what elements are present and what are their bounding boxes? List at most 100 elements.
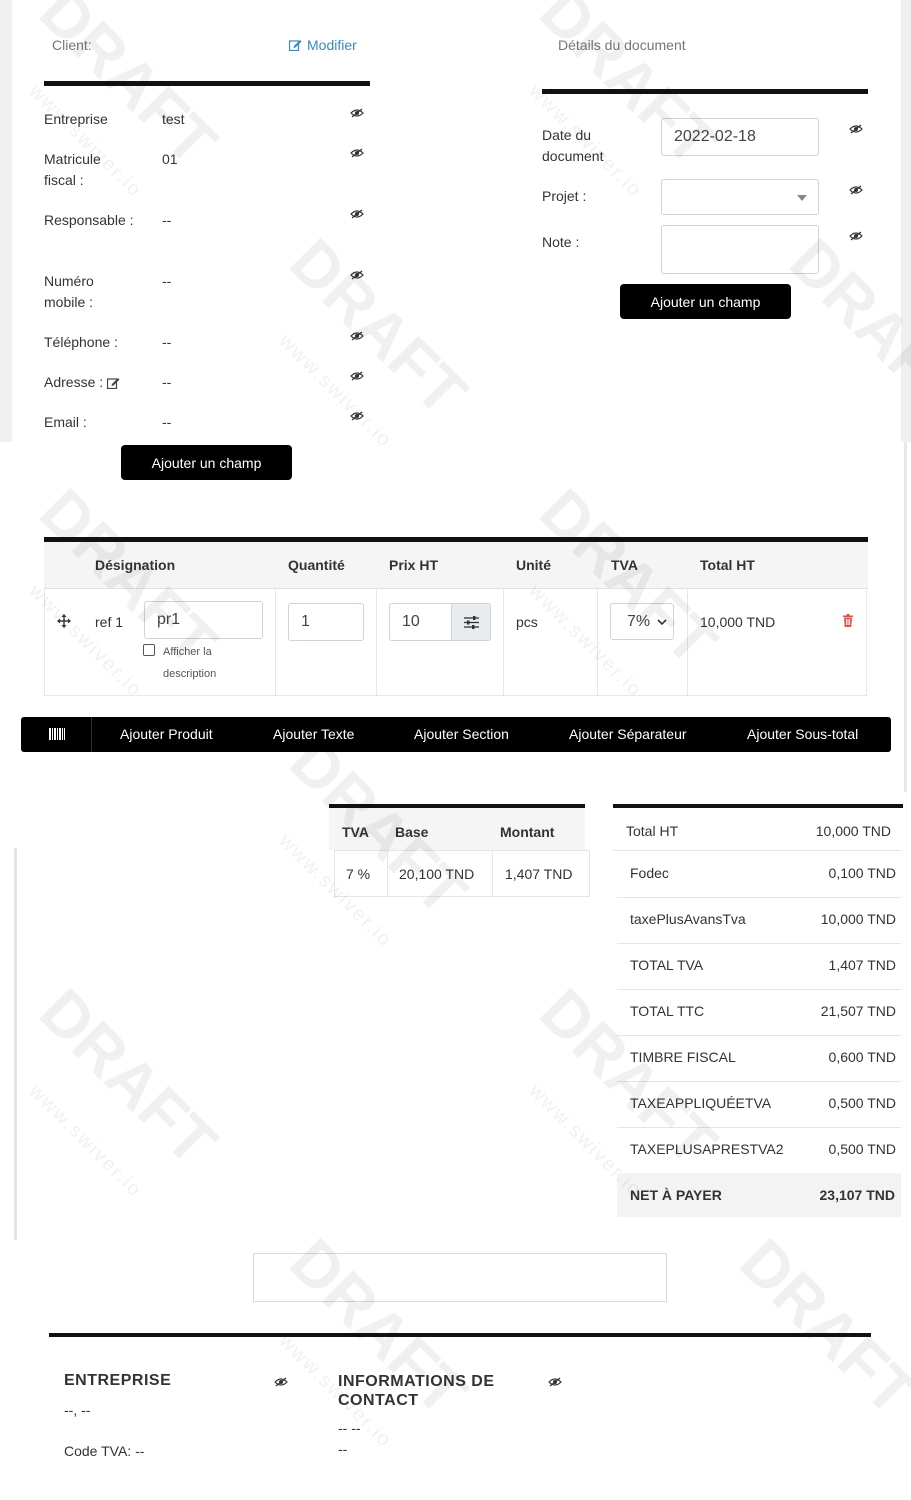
totals-row: TOTAL TVA 1,407 TND bbox=[617, 943, 901, 990]
tva-header-base: Base bbox=[395, 824, 429, 840]
footer-company-line: --, -- bbox=[64, 1402, 91, 1418]
visibility-eye-icon[interactable] bbox=[350, 108, 364, 118]
line-tva-value: 7% bbox=[627, 612, 651, 630]
totals-label: TAXEAPPLIQUÉETVA bbox=[630, 1095, 772, 1111]
visibility-eye-icon[interactable] bbox=[350, 209, 364, 219]
visibility-eye-icon[interactable] bbox=[350, 331, 364, 341]
column-header-unit: Unité bbox=[516, 557, 551, 573]
visibility-eye-icon[interactable] bbox=[350, 371, 364, 381]
edit-address-icon[interactable] bbox=[107, 377, 120, 389]
client-field-value: -- bbox=[162, 414, 172, 430]
tva-base-value: 20,100 TND bbox=[399, 866, 475, 882]
show-description-label: Afficher la description bbox=[163, 646, 217, 680]
totals-value: 1,407 TND bbox=[828, 957, 896, 973]
totals-row: TAXEPLUSAPRESTVA2 0,500 TND bbox=[617, 1127, 901, 1174]
totals-label: taxePlusAvansTva bbox=[630, 911, 746, 927]
footer-company-title: ENTREPRISE bbox=[64, 1372, 172, 1389]
edit-icon bbox=[289, 40, 302, 51]
document-divider bbox=[542, 89, 868, 94]
totals-label: TOTAL TTC bbox=[630, 1003, 705, 1019]
totals-label: Total HT bbox=[626, 823, 679, 839]
client-divider bbox=[44, 81, 370, 86]
client-field-label: Adresse : bbox=[44, 374, 104, 390]
line-product-input[interactable]: pr1 bbox=[144, 601, 263, 639]
line-total: 10,000 TND bbox=[700, 614, 776, 630]
totals-row: TIMBRE FISCAL 0,600 TND bbox=[617, 1035, 901, 1082]
line-tva-select[interactable]: 7% bbox=[610, 603, 674, 640]
net-to-pay-row: NET À PAYER 23,107 TND bbox=[617, 1173, 901, 1217]
net-to-pay-value: 23,107 TND bbox=[819, 1187, 895, 1203]
gutter-line-right bbox=[904, 442, 907, 792]
watermark-url: www.swiver.io bbox=[24, 1080, 147, 1203]
totals-label: TIMBRE FISCAL bbox=[630, 1049, 736, 1065]
document-project-label: Projet : bbox=[542, 188, 587, 204]
visibility-eye-icon[interactable] bbox=[849, 231, 863, 241]
barcode-button[interactable] bbox=[21, 717, 92, 752]
visibility-eye-icon[interactable] bbox=[849, 124, 863, 134]
visibility-eye-icon[interactable] bbox=[350, 148, 364, 158]
cell-separator bbox=[503, 588, 504, 696]
client-add-field-button[interactable]: Ajouter un champ bbox=[121, 445, 292, 480]
price-settings-button[interactable] bbox=[451, 603, 491, 641]
delete-trash-icon[interactable] bbox=[843, 614, 853, 627]
footer-contact-line: -- bbox=[338, 1441, 348, 1457]
column-header-quantity: Quantité bbox=[288, 557, 345, 573]
column-header-tva: TVA bbox=[611, 557, 638, 573]
add-subtotal-button[interactable]: Ajouter Sous-total bbox=[747, 717, 858, 752]
barcode-icon bbox=[49, 728, 65, 740]
client-field-value: -- bbox=[162, 374, 172, 390]
totals-value: 0,100 TND bbox=[828, 865, 896, 881]
cell-separator bbox=[687, 588, 688, 696]
tva-rate-value: 7 % bbox=[346, 866, 371, 882]
add-separator-button[interactable]: Ajouter Séparateur bbox=[569, 717, 687, 752]
totals-value: 21,507 TND bbox=[820, 1003, 896, 1019]
chevron-down-icon bbox=[797, 195, 807, 201]
watermark-draft: DRAFT bbox=[26, 974, 231, 1180]
totals-row: TAXEAPPLIQUÉETVA 0,500 TND bbox=[617, 1081, 901, 1128]
footer-note-box[interactable] bbox=[253, 1253, 667, 1302]
add-product-button[interactable]: Ajouter Produit bbox=[120, 717, 213, 752]
client-edit-label: Modifier bbox=[307, 37, 357, 53]
document-header-label: Détails du document bbox=[558, 37, 686, 53]
show-description-checkbox[interactable] bbox=[143, 644, 155, 656]
document-date-input[interactable]: 2022-02-18 bbox=[661, 118, 819, 156]
line-price-input[interactable]: 10 bbox=[389, 603, 452, 641]
client-field-label: Entreprise bbox=[44, 111, 108, 127]
visibility-eye-icon[interactable] bbox=[274, 1377, 288, 1387]
client-field-value: -- bbox=[162, 273, 172, 289]
totals-row: Total HT 10,000 TND bbox=[613, 808, 901, 851]
cell-separator bbox=[376, 588, 377, 696]
tva-header-rate: TVA bbox=[342, 824, 369, 840]
totals-value: 10,000 TND bbox=[820, 911, 896, 927]
line-unit: pcs bbox=[516, 614, 538, 630]
totals-row: Fodec 0,100 TND bbox=[617, 851, 901, 898]
document-note-textarea[interactable] bbox=[661, 225, 819, 274]
column-header-designation: Désignation bbox=[95, 557, 176, 573]
client-edit-link[interactable]: Modifier bbox=[289, 37, 357, 53]
watermark-url: www.swiver.io bbox=[274, 330, 397, 453]
drag-handle-icon[interactable] bbox=[57, 614, 71, 628]
line-quantity-input[interactable]: 1 bbox=[288, 603, 364, 641]
tva-header-amount: Montant bbox=[500, 824, 555, 840]
visibility-eye-icon[interactable] bbox=[849, 185, 863, 195]
visibility-eye-icon[interactable] bbox=[350, 411, 364, 421]
client-header-label: Client: bbox=[52, 37, 92, 53]
totals-row: TOTAL TTC 21,507 TND bbox=[617, 989, 901, 1036]
document-add-field-button[interactable]: Ajouter un champ bbox=[620, 284, 791, 319]
cell-separator bbox=[387, 850, 388, 897]
visibility-eye-icon[interactable] bbox=[350, 270, 364, 280]
add-text-button[interactable]: Ajouter Texte bbox=[273, 717, 354, 752]
client-address-label-wrap: Adresse : bbox=[44, 372, 120, 393]
chevron-down-icon bbox=[657, 619, 667, 626]
footer-company-tva: Code TVA: -- bbox=[64, 1443, 145, 1459]
visibility-eye-icon[interactable] bbox=[548, 1377, 562, 1387]
document-project-select[interactable] bbox=[661, 179, 819, 215]
tva-amount-value: 1,407 TND bbox=[505, 866, 573, 882]
add-section-button[interactable]: Ajouter Section bbox=[414, 717, 509, 752]
cell-separator bbox=[492, 850, 493, 897]
client-field-value: 01 bbox=[162, 151, 178, 167]
column-header-price: Prix HT bbox=[389, 557, 439, 573]
column-header-total: Total HT bbox=[700, 557, 755, 573]
client-field-value: -- bbox=[162, 212, 172, 228]
client-field-value: -- bbox=[162, 334, 172, 350]
